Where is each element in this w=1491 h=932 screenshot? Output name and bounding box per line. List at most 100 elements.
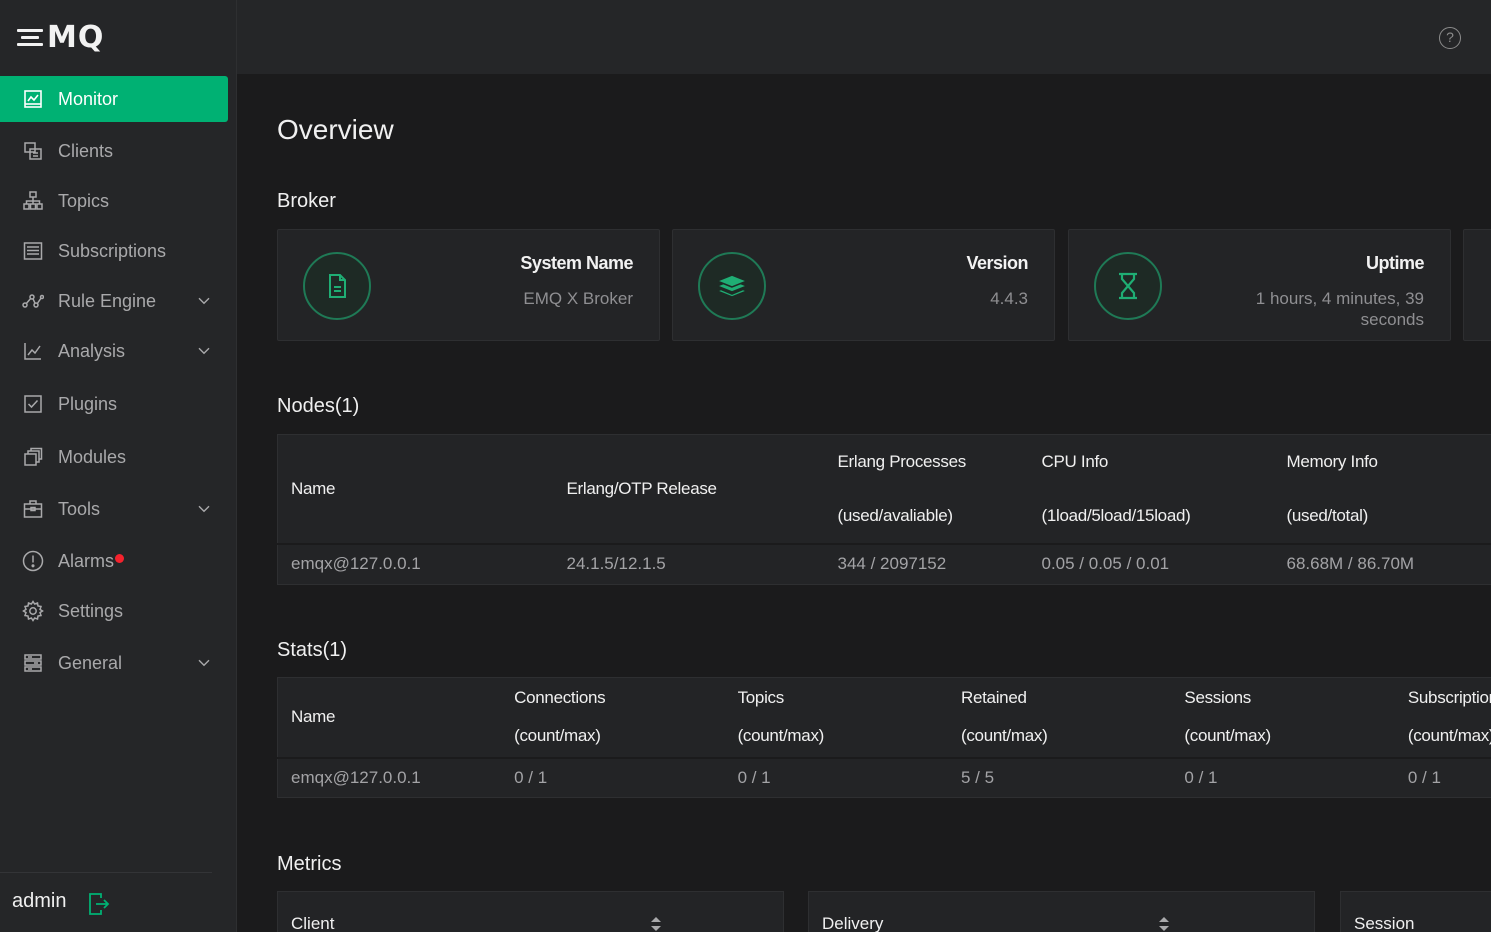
sidebar-item-alarms[interactable]: Alarms — [0, 536, 237, 586]
card-value: 4.4.3 — [990, 289, 1028, 308]
nodes-section-title: Nodes(1) — [277, 395, 360, 417]
topics-icon — [22, 190, 44, 212]
sidebar-item-label: Rule Engine — [58, 290, 157, 311]
logo-text: MQ — [47, 19, 105, 55]
metrics-client-panel: Client — [277, 891, 784, 932]
metric-panel-title: Session — [1354, 914, 1415, 932]
sidebar-item-label: General — [58, 652, 123, 673]
sort-icon[interactable] — [650, 916, 662, 932]
sidebar-nav: Monitor Clients Topics Subscriptions Rul… — [0, 76, 237, 690]
sidebar-item-label: Alarms — [58, 550, 115, 571]
col-header-erlang-processes: Erlang Processes (used/avaliable) — [837, 452, 967, 525]
uptime-card: Uptime 1 hours, 4 minutes, 39 seconds — [1068, 229, 1451, 341]
metric-panel-title: Client — [291, 914, 335, 932]
col-header-name: Name — [291, 479, 336, 498]
main-content: Overview Broker System Name EMQ X Broker… — [237, 74, 1491, 932]
version-card: Version 4.4.3 — [672, 229, 1055, 341]
alarm-badge-dot — [115, 553, 125, 563]
top-header: ? — [237, 0, 1491, 74]
card-value: 1 hours, 4 minutes, 39 seconds — [1255, 289, 1424, 329]
cell-subscriptions: 0 / 1 — [1394, 756, 1491, 798]
metrics-session-panel: Session — [1340, 891, 1491, 932]
sidebar: MQ Monitor Clients Topics Subscriptions … — [0, 0, 237, 932]
stats-table: Name Connections (count/max) Topics (count… — [277, 677, 1491, 798]
monitor-icon — [22, 88, 44, 110]
chevron-down-icon — [198, 347, 210, 355]
table-row: emqx@127.0.0.1 24.1.5/12.1.5 344 / 20971… — [277, 543, 1491, 584]
sidebar-item-settings[interactable]: Settings — [0, 586, 237, 636]
analysis-icon — [22, 340, 44, 362]
current-user: admin — [12, 890, 67, 912]
clients-icon — [22, 140, 44, 162]
tools-icon — [22, 498, 44, 520]
cell-cpu-info: 0.05 / 0.05 / 0.01 — [1028, 543, 1274, 584]
nodes-table: Name Erlang/OTP Release Erlang Processes… — [277, 434, 1491, 585]
plugins-icon — [22, 393, 44, 415]
sidebar-divider — [0, 872, 212, 873]
logout-icon[interactable] — [88, 892, 110, 916]
sidebar-item-label: Tools — [58, 498, 101, 519]
sidebar-item-label: Subscriptions — [58, 240, 167, 261]
chevron-down-icon — [198, 297, 210, 305]
stats-section-title: Stats(1) — [277, 639, 348, 661]
col-header-connections: Connections (count/max) — [514, 688, 606, 746]
sidebar-item-label: Settings — [58, 600, 124, 621]
cell-retained: 5 / 5 — [947, 756, 1172, 798]
sidebar-item-label: Modules — [58, 446, 127, 467]
metrics-section-title: Metrics — [277, 853, 342, 875]
sidebar-item-label: Plugins — [58, 393, 118, 414]
rule-engine-icon — [22, 290, 44, 312]
sidebar-item-topics[interactable]: Topics — [0, 176, 237, 226]
cell-erlang-otp: 24.1.5/12.1.5 — [553, 543, 825, 584]
app-window: MQ Monitor Clients Topics Subscriptions … — [0, 0, 1491, 932]
sidebar-item-clients[interactable]: Clients — [0, 126, 237, 176]
sidebar-item-subscriptions[interactable]: Subscriptions — [0, 226, 237, 276]
col-header-erlang-otp: Erlang/OTP Release — [566, 479, 718, 498]
general-icon — [22, 652, 44, 674]
file-icon — [303, 252, 371, 320]
card-label: Version — [966, 253, 1028, 273]
sidebar-item-label: Topics — [58, 190, 110, 211]
sort-icon[interactable] — [1158, 916, 1170, 932]
sidebar-item-label: Clients — [58, 140, 114, 161]
help-icon[interactable]: ? — [1439, 27, 1461, 49]
col-header-name: Name — [291, 707, 336, 727]
col-header-subscriptions: Subscriptions(count/max) — [1407, 688, 1491, 746]
sidebar-item-general[interactable]: General — [0, 636, 237, 690]
modules-icon — [22, 446, 44, 468]
cell-name: emqx@127.0.0.1 — [277, 543, 554, 584]
cell-connections: 0 / 1 — [501, 756, 725, 798]
col-header-sessions: Sessions (count/max) — [1184, 688, 1271, 746]
subscriptions-icon — [22, 240, 44, 262]
sidebar-item-monitor[interactable]: Monitor — [0, 76, 228, 122]
alert-circle-icon — [22, 550, 44, 572]
col-header-retained: Retained (count/max) — [960, 688, 1048, 746]
table-row: emqx@127.0.0.1 0 / 1 0 / 1 5 / 5 0 / 1 0… — [277, 756, 1491, 798]
hourglass-icon — [1094, 252, 1162, 320]
cell-erlang-processes: 344 / 2097152 — [824, 543, 1029, 584]
cell-name: emqx@127.0.0.1 — [277, 756, 502, 798]
sidebar-item-rule-engine[interactable]: Rule Engine — [0, 276, 237, 326]
sidebar-item-modules[interactable]: Modules — [0, 432, 237, 482]
layers-icon — [698, 252, 766, 320]
card-label: System Name — [520, 253, 633, 273]
sidebar-item-label: Analysis — [58, 340, 126, 361]
cell-sessions: 0 / 1 — [1171, 756, 1395, 798]
sidebar-item-tools[interactable]: Tools — [0, 482, 237, 536]
chevron-down-icon — [198, 659, 210, 667]
sidebar-item-analysis[interactable]: Analysis — [0, 326, 237, 376]
card-value: EMQ X Broker — [523, 289, 633, 308]
sidebar-item-label: Monitor — [58, 88, 119, 109]
col-header-topics: Topics (count/max) — [737, 688, 825, 746]
gear-icon — [22, 600, 44, 622]
partial-card — [1463, 229, 1491, 341]
chevron-down-icon — [198, 505, 210, 513]
metrics-delivery-panel: Delivery — [808, 891, 1315, 932]
sidebar-item-plugins[interactable]: Plugins — [0, 376, 237, 432]
metric-panel-title: Delivery — [822, 914, 884, 932]
logo-mark — [17, 25, 45, 49]
cell-memory-info: 68.68M / 86.70M — [1273, 543, 1491, 584]
emq-logo[interactable]: MQ — [17, 19, 105, 55]
cell-topics: 0 / 1 — [724, 756, 948, 798]
broker-section-title: Broker — [277, 190, 336, 212]
